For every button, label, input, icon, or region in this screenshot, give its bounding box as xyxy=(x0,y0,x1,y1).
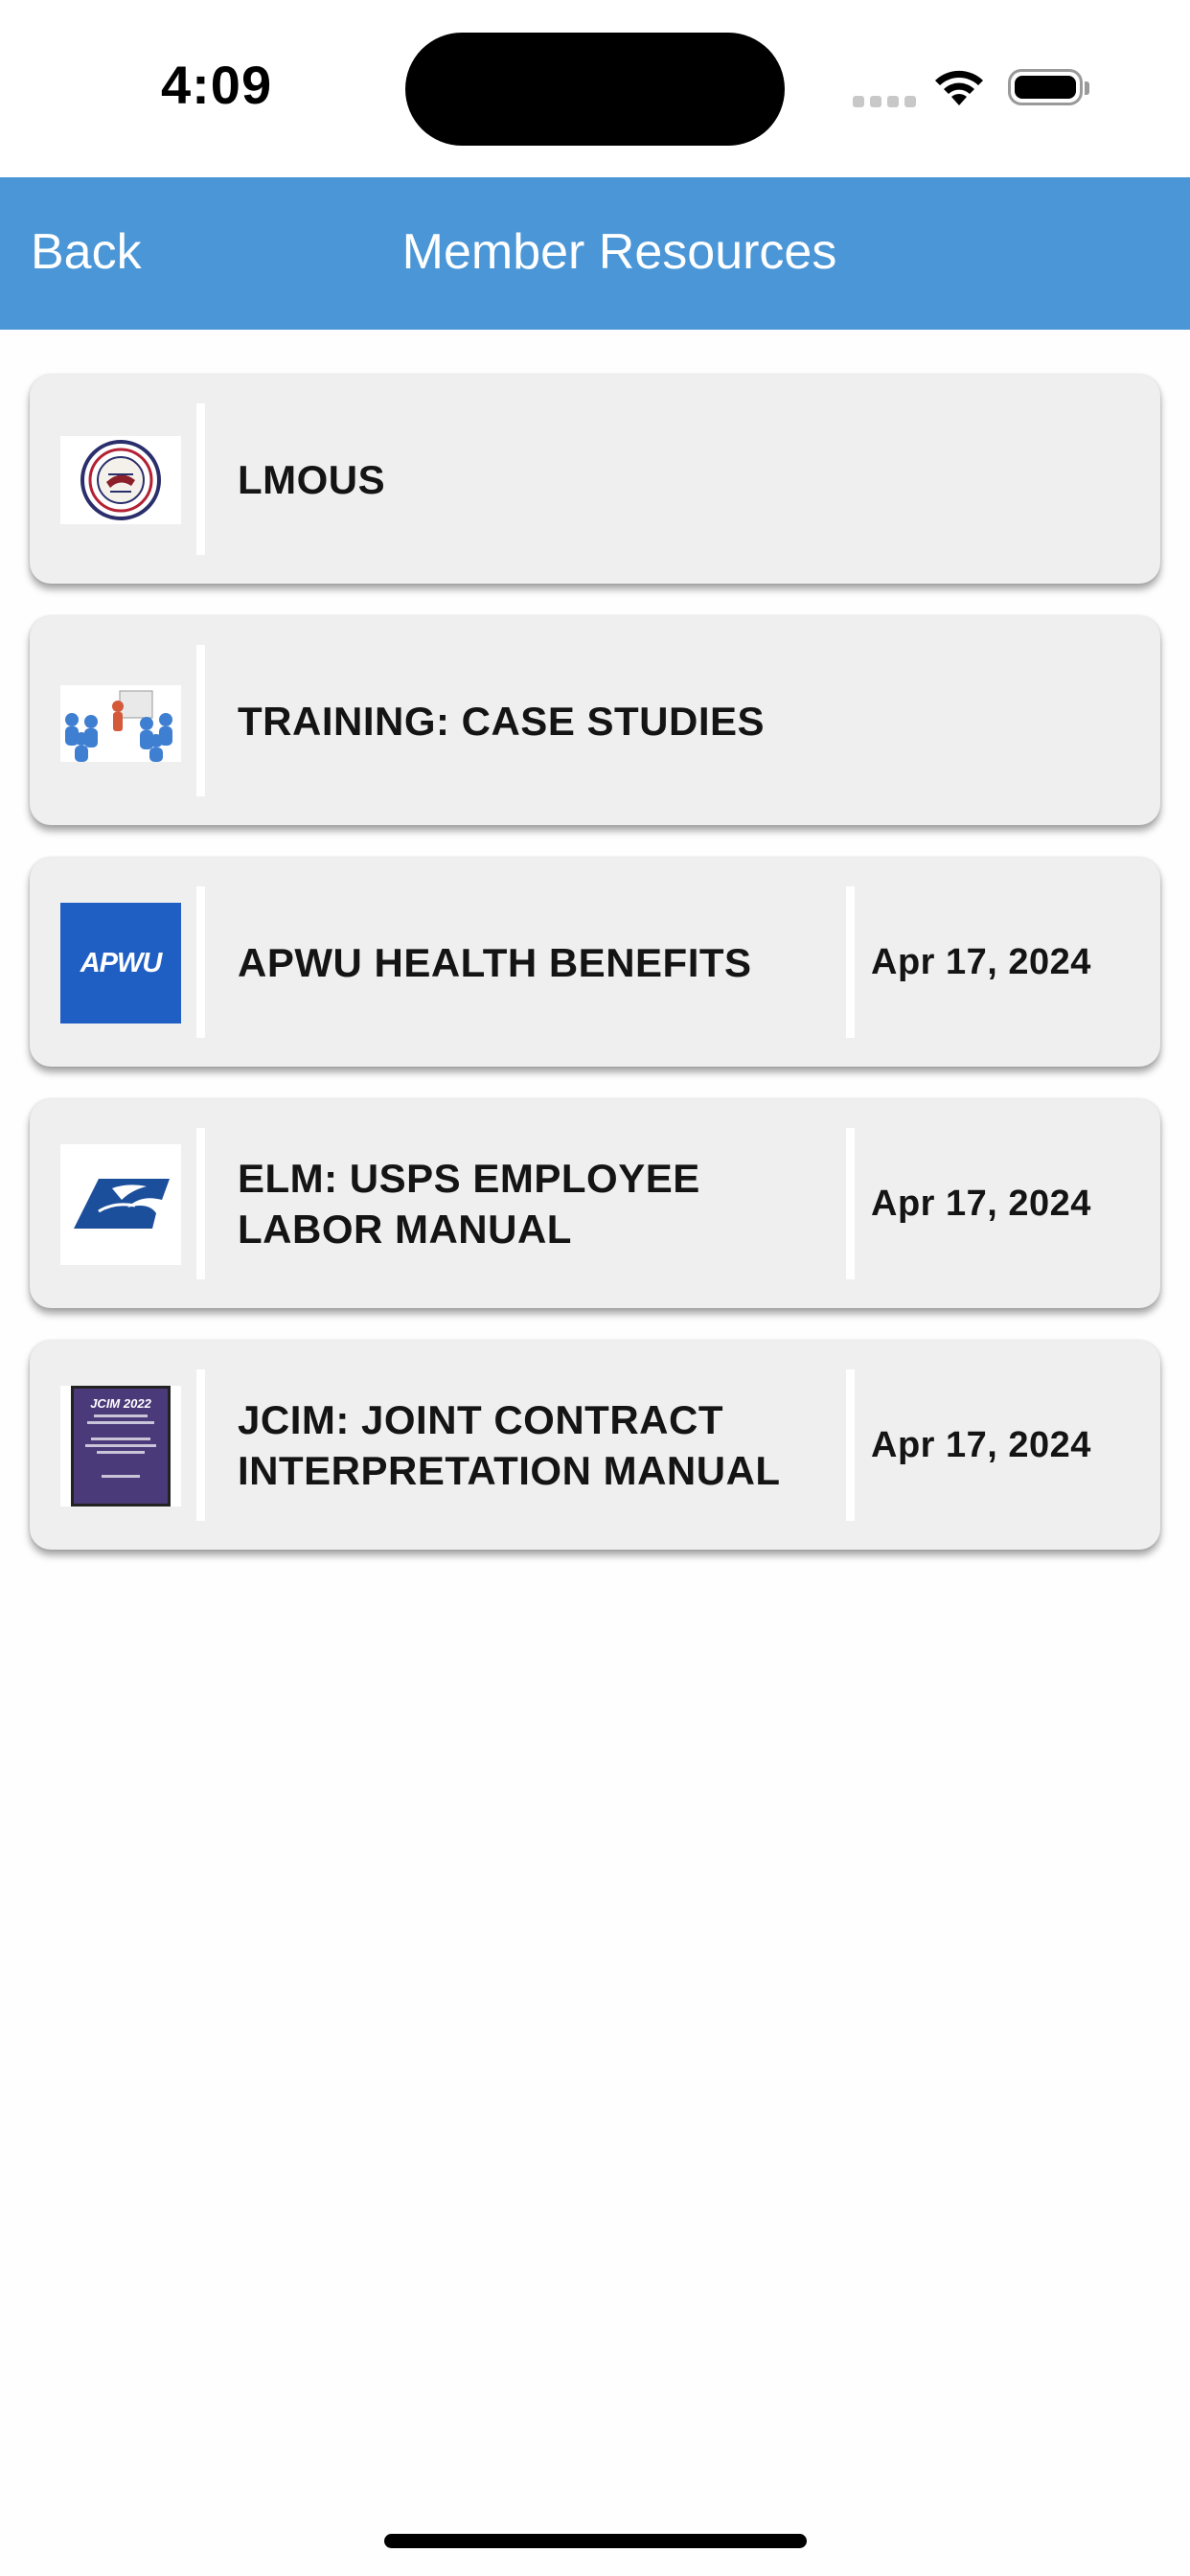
card-divider xyxy=(196,886,205,1038)
resource-item-apwu-health-benefits[interactable]: APWU APWU HEALTH BENEFITS Apr 17, 2024 xyxy=(30,858,1160,1067)
resource-title: ELM: USPS EMPLOYEE LABOR MANUAL xyxy=(238,1156,700,1252)
card-divider xyxy=(196,645,205,796)
dynamic-island xyxy=(405,33,785,146)
nav-bar: Back Member Resources xyxy=(0,177,1190,330)
resource-title: APWU HEALTH BENEFITS xyxy=(238,939,752,985)
card-divider xyxy=(196,1128,205,1279)
resource-item-lmous[interactable]: LMOUS xyxy=(30,375,1160,584)
card-divider xyxy=(196,1369,205,1521)
training-presentation-icon xyxy=(60,685,181,762)
jcim-book-cover-icon: JCIM 2022 xyxy=(60,1386,181,1506)
south-jersey-local-logo-icon xyxy=(60,436,181,524)
home-indicator[interactable] xyxy=(384,2534,807,2548)
battery-icon xyxy=(1008,69,1089,105)
card-divider xyxy=(846,1128,855,1279)
usps-eagle-logo-icon xyxy=(60,1144,181,1265)
resource-date: Apr 17, 2024 xyxy=(871,1183,1091,1224)
resource-date: Apr 17, 2024 xyxy=(871,1424,1091,1465)
card-divider xyxy=(846,1369,855,1521)
cellular-signal-icon xyxy=(853,96,916,109)
apwu-logo-icon: APWU xyxy=(60,903,181,1024)
jcim-cover-title: JCIM 2022 xyxy=(90,1396,151,1411)
resource-item-training-case-studies[interactable]: TRAINING: CASE STUDIES xyxy=(30,616,1160,825)
status-time: 4:09 xyxy=(161,55,273,115)
apwu-logo-text: APWU xyxy=(80,947,163,978)
card-divider xyxy=(196,403,205,555)
resource-date: Apr 17, 2024 xyxy=(871,941,1091,982)
resource-title: LMOUS xyxy=(238,456,386,502)
card-divider xyxy=(846,886,855,1038)
page-title: Member Resources xyxy=(401,224,837,280)
resource-title: JCIM: JOINT CONTRACT INTERPRETATION MANU… xyxy=(238,1397,781,1493)
resource-title: TRAINING: CASE STUDIES xyxy=(238,698,766,744)
wifi-icon xyxy=(935,70,983,105)
jcim-cover: JCIM 2022 xyxy=(71,1386,171,1506)
resource-item-elm-usps-employee-labor-manual[interactable]: ELM: USPS EMPLOYEE LABOR MANUAL Apr 17, … xyxy=(30,1099,1160,1308)
resource-list: LMOUS TRAINING: CASE STUDIES APWU APWU H… xyxy=(30,375,1160,1582)
resource-item-jcim-joint-contract-interpretation-manual[interactable]: JCIM 2022 JCIM: JOINT CONTRACT INTERPRET… xyxy=(30,1341,1160,1550)
status-bar: 4:09 xyxy=(0,0,1190,177)
